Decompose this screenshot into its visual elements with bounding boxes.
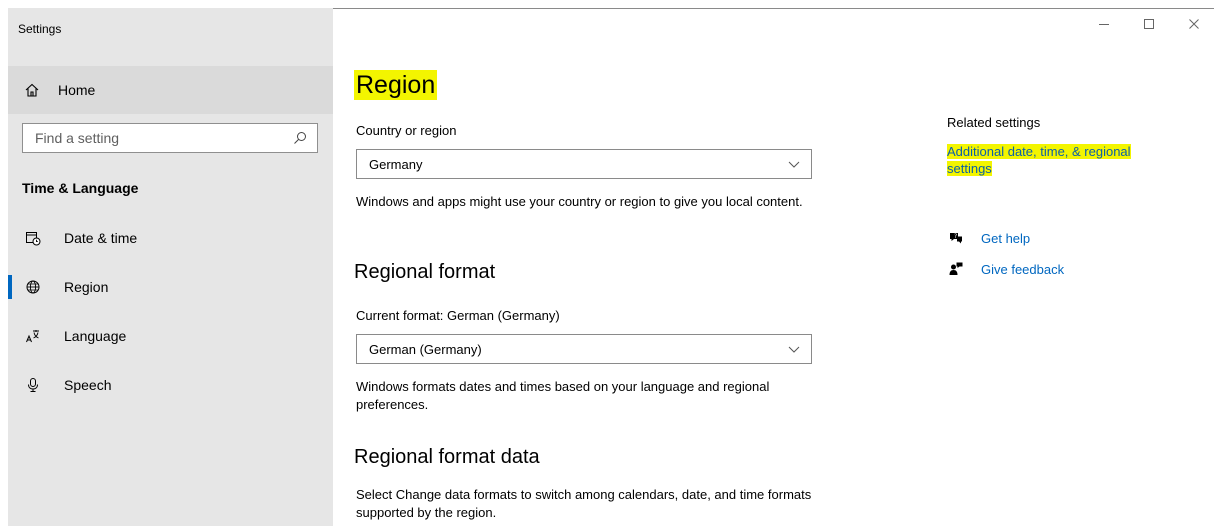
- search-input[interactable]: Find a setting: [22, 123, 318, 153]
- get-help-link[interactable]: ? Get help: [947, 229, 1030, 247]
- home-nav-item[interactable]: Home: [8, 66, 333, 114]
- home-icon: [22, 80, 42, 100]
- additional-settings-link-text: Additional date, time, & regional settin…: [947, 144, 1131, 176]
- current-format-label: Current format: German (Germany): [356, 308, 560, 323]
- sidebar-item-label: Speech: [64, 377, 112, 393]
- regional-format-value: German (Germany): [369, 341, 482, 357]
- country-description: Windows and apps might use your country …: [356, 194, 803, 209]
- get-help-label: Get help: [981, 230, 1031, 246]
- maximize-button[interactable]: [1139, 14, 1159, 34]
- additional-settings-link[interactable]: Additional date, time, & regional settin…: [947, 143, 1167, 177]
- sidebar-item-label: Date & time: [64, 230, 138, 246]
- chevron-down-icon: [787, 157, 801, 171]
- page-title: Region: [354, 70, 438, 100]
- sidebar-item-language[interactable]: Language: [8, 316, 333, 356]
- title-bar-divider: [333, 8, 1214, 9]
- country-label: Country or region: [356, 123, 457, 138]
- regional-format-heading: Regional format: [354, 261, 496, 283]
- country-value: Germany: [369, 156, 423, 172]
- chevron-down-icon: [787, 342, 801, 356]
- minimize-button[interactable]: [1094, 14, 1114, 34]
- sidebar-item-label: Language: [64, 328, 127, 344]
- close-button[interactable]: [1184, 14, 1204, 34]
- search-placeholder: Find a setting: [35, 130, 120, 146]
- feedback-icon: [947, 260, 965, 278]
- language-icon: [24, 327, 42, 345]
- regional-format-dropdown[interactable]: German (Germany): [356, 334, 812, 364]
- maximize-icon: [1144, 19, 1154, 29]
- country-dropdown[interactable]: Germany: [356, 149, 812, 179]
- section-title: Time & Language: [22, 180, 139, 196]
- related-settings-title: Related settings: [947, 115, 1041, 130]
- regional-format-description: Windows formats dates and times based on…: [356, 379, 770, 412]
- globe-icon: [24, 278, 42, 296]
- give-feedback-link[interactable]: Give feedback: [947, 260, 1064, 278]
- svg-text:?: ?: [954, 233, 957, 240]
- search-icon[interactable]: [293, 130, 309, 146]
- help-chat-icon: ?: [947, 229, 965, 247]
- regional-format-data-heading: Regional format data: [354, 446, 540, 468]
- sidebar: Settings Home Find a setting Time & Lang…: [8, 8, 333, 526]
- sidebar-item-label: Region: [64, 279, 109, 295]
- home-label: Home: [58, 82, 96, 98]
- app-title: Settings: [18, 22, 62, 36]
- calendar-clock-icon: [24, 229, 42, 247]
- give-feedback-label: Give feedback: [981, 261, 1065, 277]
- sidebar-item-date-time[interactable]: Date & time: [8, 218, 333, 258]
- active-indicator: [8, 275, 12, 299]
- minimize-icon: [1099, 24, 1109, 25]
- close-icon: [1189, 19, 1199, 29]
- regional-format-data-description: Select Change data formats to switch amo…: [356, 487, 812, 520]
- sidebar-item-speech[interactable]: Speech: [8, 365, 333, 405]
- sidebar-item-region[interactable]: Region: [8, 267, 333, 307]
- microphone-icon: [24, 376, 42, 394]
